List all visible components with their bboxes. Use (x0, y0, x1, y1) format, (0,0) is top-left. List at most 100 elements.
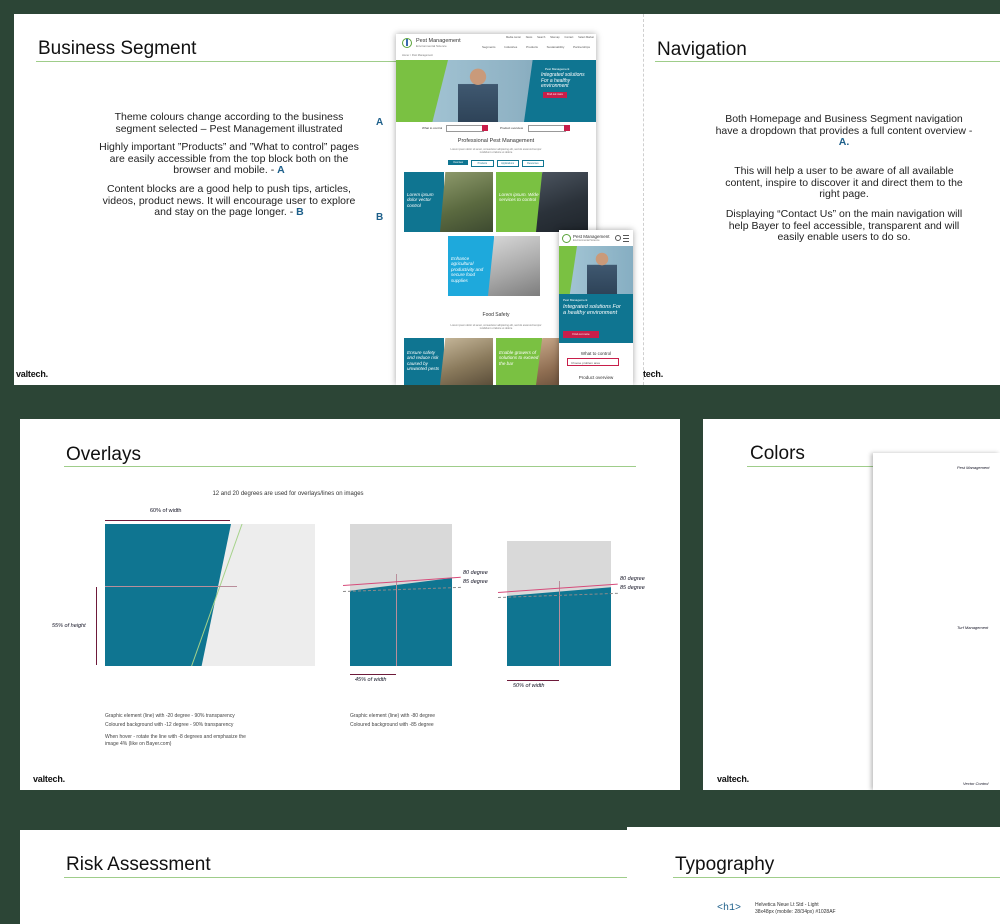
label-55-height: 55% of height (52, 623, 86, 629)
food-safety-text: Lorem ipsum dolor sit amet, consectetur … (450, 324, 542, 331)
card-text: Ensure safety and reduce risk caused by … (407, 350, 440, 372)
height-indicator-line (96, 587, 97, 665)
title-rule (64, 877, 630, 878)
what-to-control-label: What to control (422, 126, 443, 130)
hero-person (458, 64, 498, 122)
color-panel: Pest Management Turf Management Vector C… (873, 453, 1000, 790)
overlay-diagram-3 (507, 541, 611, 666)
utility-nav: Media center News Search Sitemap Contact… (506, 36, 594, 39)
mobile-hero-button[interactable]: Find out more (563, 331, 599, 338)
h1-tag: <h1> (717, 903, 742, 914)
note: When hover - rotate the line with -8 deg… (105, 734, 246, 747)
label-45-width: 45% of width (355, 677, 387, 683)
product-search-button[interactable] (564, 125, 570, 131)
menu-icon[interactable] (623, 235, 629, 242)
label-80-degree: 80 degree (620, 576, 645, 582)
title-rule (36, 61, 401, 62)
teal-overlay (105, 524, 231, 666)
overlay-diagram-2 (350, 524, 452, 666)
section-tabs: Overview Products Applications Resources (448, 160, 544, 167)
title-rule (673, 877, 1000, 878)
note: Coloured background with -12 degree - 90… (105, 722, 234, 728)
color-label: Turf Management (957, 625, 989, 630)
color-label: Pest Management (957, 465, 990, 470)
label-60-width: 60% of width (150, 508, 182, 514)
utility-link[interactable]: Search (537, 36, 545, 39)
slide-navigation: Navigation Both Homepage and Business Se… (643, 14, 1000, 385)
type-spec: 38x48px (mobile: 28/34px) #1028AF (755, 909, 836, 915)
what-to-control-select[interactable] (446, 125, 484, 132)
slide-edge-divider (643, 14, 645, 385)
width-indicator-line (105, 520, 230, 521)
paragraph: Displaying “Contact Us” on the main navi… (725, 208, 963, 243)
hero-headline: Integrated solutions For a healthy envir… (541, 72, 585, 89)
valtech-logo-partial: tech. (643, 369, 664, 379)
content-card[interactable]: Enhance agricultural productivity and se… (448, 236, 540, 296)
paragraph: Highly important ”Products” and ”What to… (99, 141, 359, 176)
slide-business-segment: Business Segment Theme colours change ac… (14, 14, 650, 385)
paragraph: This will help a user to be aware of all… (725, 165, 963, 200)
utility-link[interactable]: Contact (564, 36, 573, 39)
mobile-hero-headline: Integrated solutions For a healthy envir… (563, 304, 621, 316)
content-card[interactable]: Lorem ipsum dolor vector control (404, 172, 493, 232)
nav-link[interactable]: Products (526, 45, 538, 49)
logo-sub: Environmental Science (573, 239, 600, 242)
slide-title: Colors (750, 443, 805, 464)
nav-link[interactable]: Sustainability (547, 45, 565, 49)
paragraph: Theme colours change according to the bu… (114, 111, 344, 135)
mobile-hero-label: Pest Management (563, 298, 588, 302)
hero-label: Pest Management (545, 67, 570, 71)
overlay-diagram-1 (105, 524, 315, 666)
nav-link[interactable]: Segments (482, 45, 496, 49)
note: Coloured background with -85 degree (350, 722, 434, 728)
tab[interactable]: Overview (448, 160, 469, 165)
color-label: Vector Control (963, 781, 989, 786)
mobile-select[interactable]: Choose problem area (567, 358, 619, 366)
title-rule (655, 61, 1000, 62)
vertical-guide (559, 581, 560, 666)
note: Graphic element (line) with -80 degree (350, 713, 436, 719)
utility-link[interactable]: News (526, 36, 533, 39)
bayer-logo-icon (402, 38, 412, 48)
title-rule (64, 466, 636, 467)
tab[interactable]: Products (471, 160, 494, 167)
mobile-mockup: Pest Management Environmental Science Pe… (559, 230, 633, 385)
nav-link[interactable]: Partnerships (573, 45, 590, 49)
utility-link[interactable]: Sitemap (550, 36, 560, 39)
hero-button[interactable]: Find out more (543, 92, 567, 98)
vertical-guide (396, 574, 397, 666)
card-text: Lorem ipsum. Wide services to control (499, 192, 539, 203)
slide-title: Risk Assessment (66, 854, 211, 875)
tab[interactable]: Applications (496, 160, 519, 167)
label-50-width: 50% of width (513, 683, 545, 689)
tab[interactable]: Resources (521, 160, 544, 167)
card-text: Enhance agricultural productivity and se… (451, 256, 484, 283)
slide-title: Typography (675, 854, 775, 875)
product-overview-label: Product overview (500, 126, 524, 130)
slide-risk-assessment: Risk Assessment (20, 830, 630, 924)
paragraph: Content blocks are a good help to push t… (102, 183, 356, 218)
product-select[interactable] (528, 125, 566, 132)
slide-typography: Typography <h1> Helvetica Neue Lt Std - … (627, 827, 1000, 924)
breadcrumb[interactable]: Home > Pest Management (402, 54, 433, 57)
content-card[interactable]: Lorem ipsum. Wide services to control (496, 172, 588, 232)
utility-link[interactable]: Select Market (578, 36, 594, 39)
content-card[interactable]: Ensure safety and reduce risk caused by … (404, 338, 493, 385)
label-85-degree: 85 degree (620, 585, 645, 591)
label-80-degree: 80 degree (463, 570, 488, 576)
nav-link[interactable]: Industries (504, 45, 517, 49)
card-text: Lorem ipsum dolor vector control (407, 192, 434, 208)
valtech-logo: valtech. (16, 369, 48, 379)
card-text: Enable growers of solutions to exceed th… (499, 350, 539, 366)
select-placeholder: Choose problem area (571, 360, 600, 365)
search-button[interactable] (482, 125, 488, 131)
search-icon[interactable] (615, 235, 621, 241)
logo-sub: Environmental Science (416, 44, 447, 48)
utility-link[interactable]: Media center (506, 36, 521, 39)
section-text: Lorem ipsum dolor sit amet, consectetur … (450, 148, 542, 155)
note: Graphic element (line) with -20 degree -… (105, 713, 235, 719)
type-spec: Helvetica Neue Lt Std - Light (755, 902, 819, 908)
mobile-what-to-control: What to control (580, 351, 612, 356)
slide-colors: Colors Pest Management Turf Management V… (703, 419, 1000, 790)
width-indicator-line (350, 674, 396, 675)
